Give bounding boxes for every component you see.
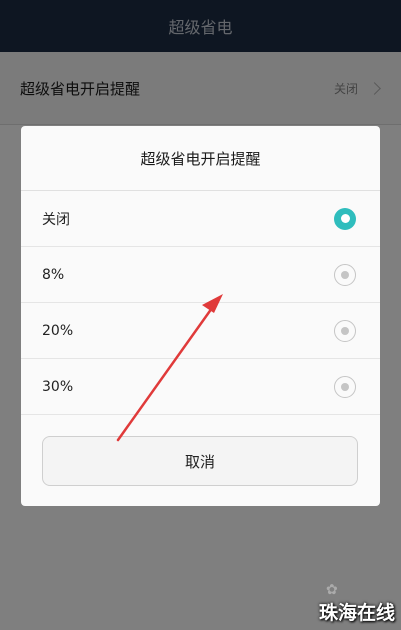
- watermark-logo: 珠海在线: [318, 602, 395, 624]
- radio-unselected-icon[interactable]: [334, 375, 356, 398]
- option-off[interactable]: 关闭: [21, 191, 380, 247]
- cancel-button[interactable]: 取消: [42, 436, 358, 486]
- option-20-percent[interactable]: 20%: [21, 303, 380, 359]
- option-8-percent[interactable]: 8%: [21, 247, 380, 303]
- dialog-title: 超级省电开启提醒: [21, 126, 380, 191]
- baidu-paw-icon: ✿: [326, 582, 338, 598]
- option-30-percent[interactable]: 30%: [21, 359, 380, 415]
- option-label: 20%: [42, 322, 74, 339]
- option-label: 30%: [42, 378, 74, 395]
- option-label: 关闭: [42, 211, 70, 228]
- radio-unselected-icon[interactable]: [334, 319, 356, 342]
- radio-selected-icon[interactable]: [334, 207, 356, 230]
- option-label: 8%: [42, 266, 65, 283]
- reminder-dialog: 超级省电开启提醒 关闭 8% 20% 30% 取消: [21, 126, 380, 506]
- radio-unselected-icon[interactable]: [334, 263, 356, 286]
